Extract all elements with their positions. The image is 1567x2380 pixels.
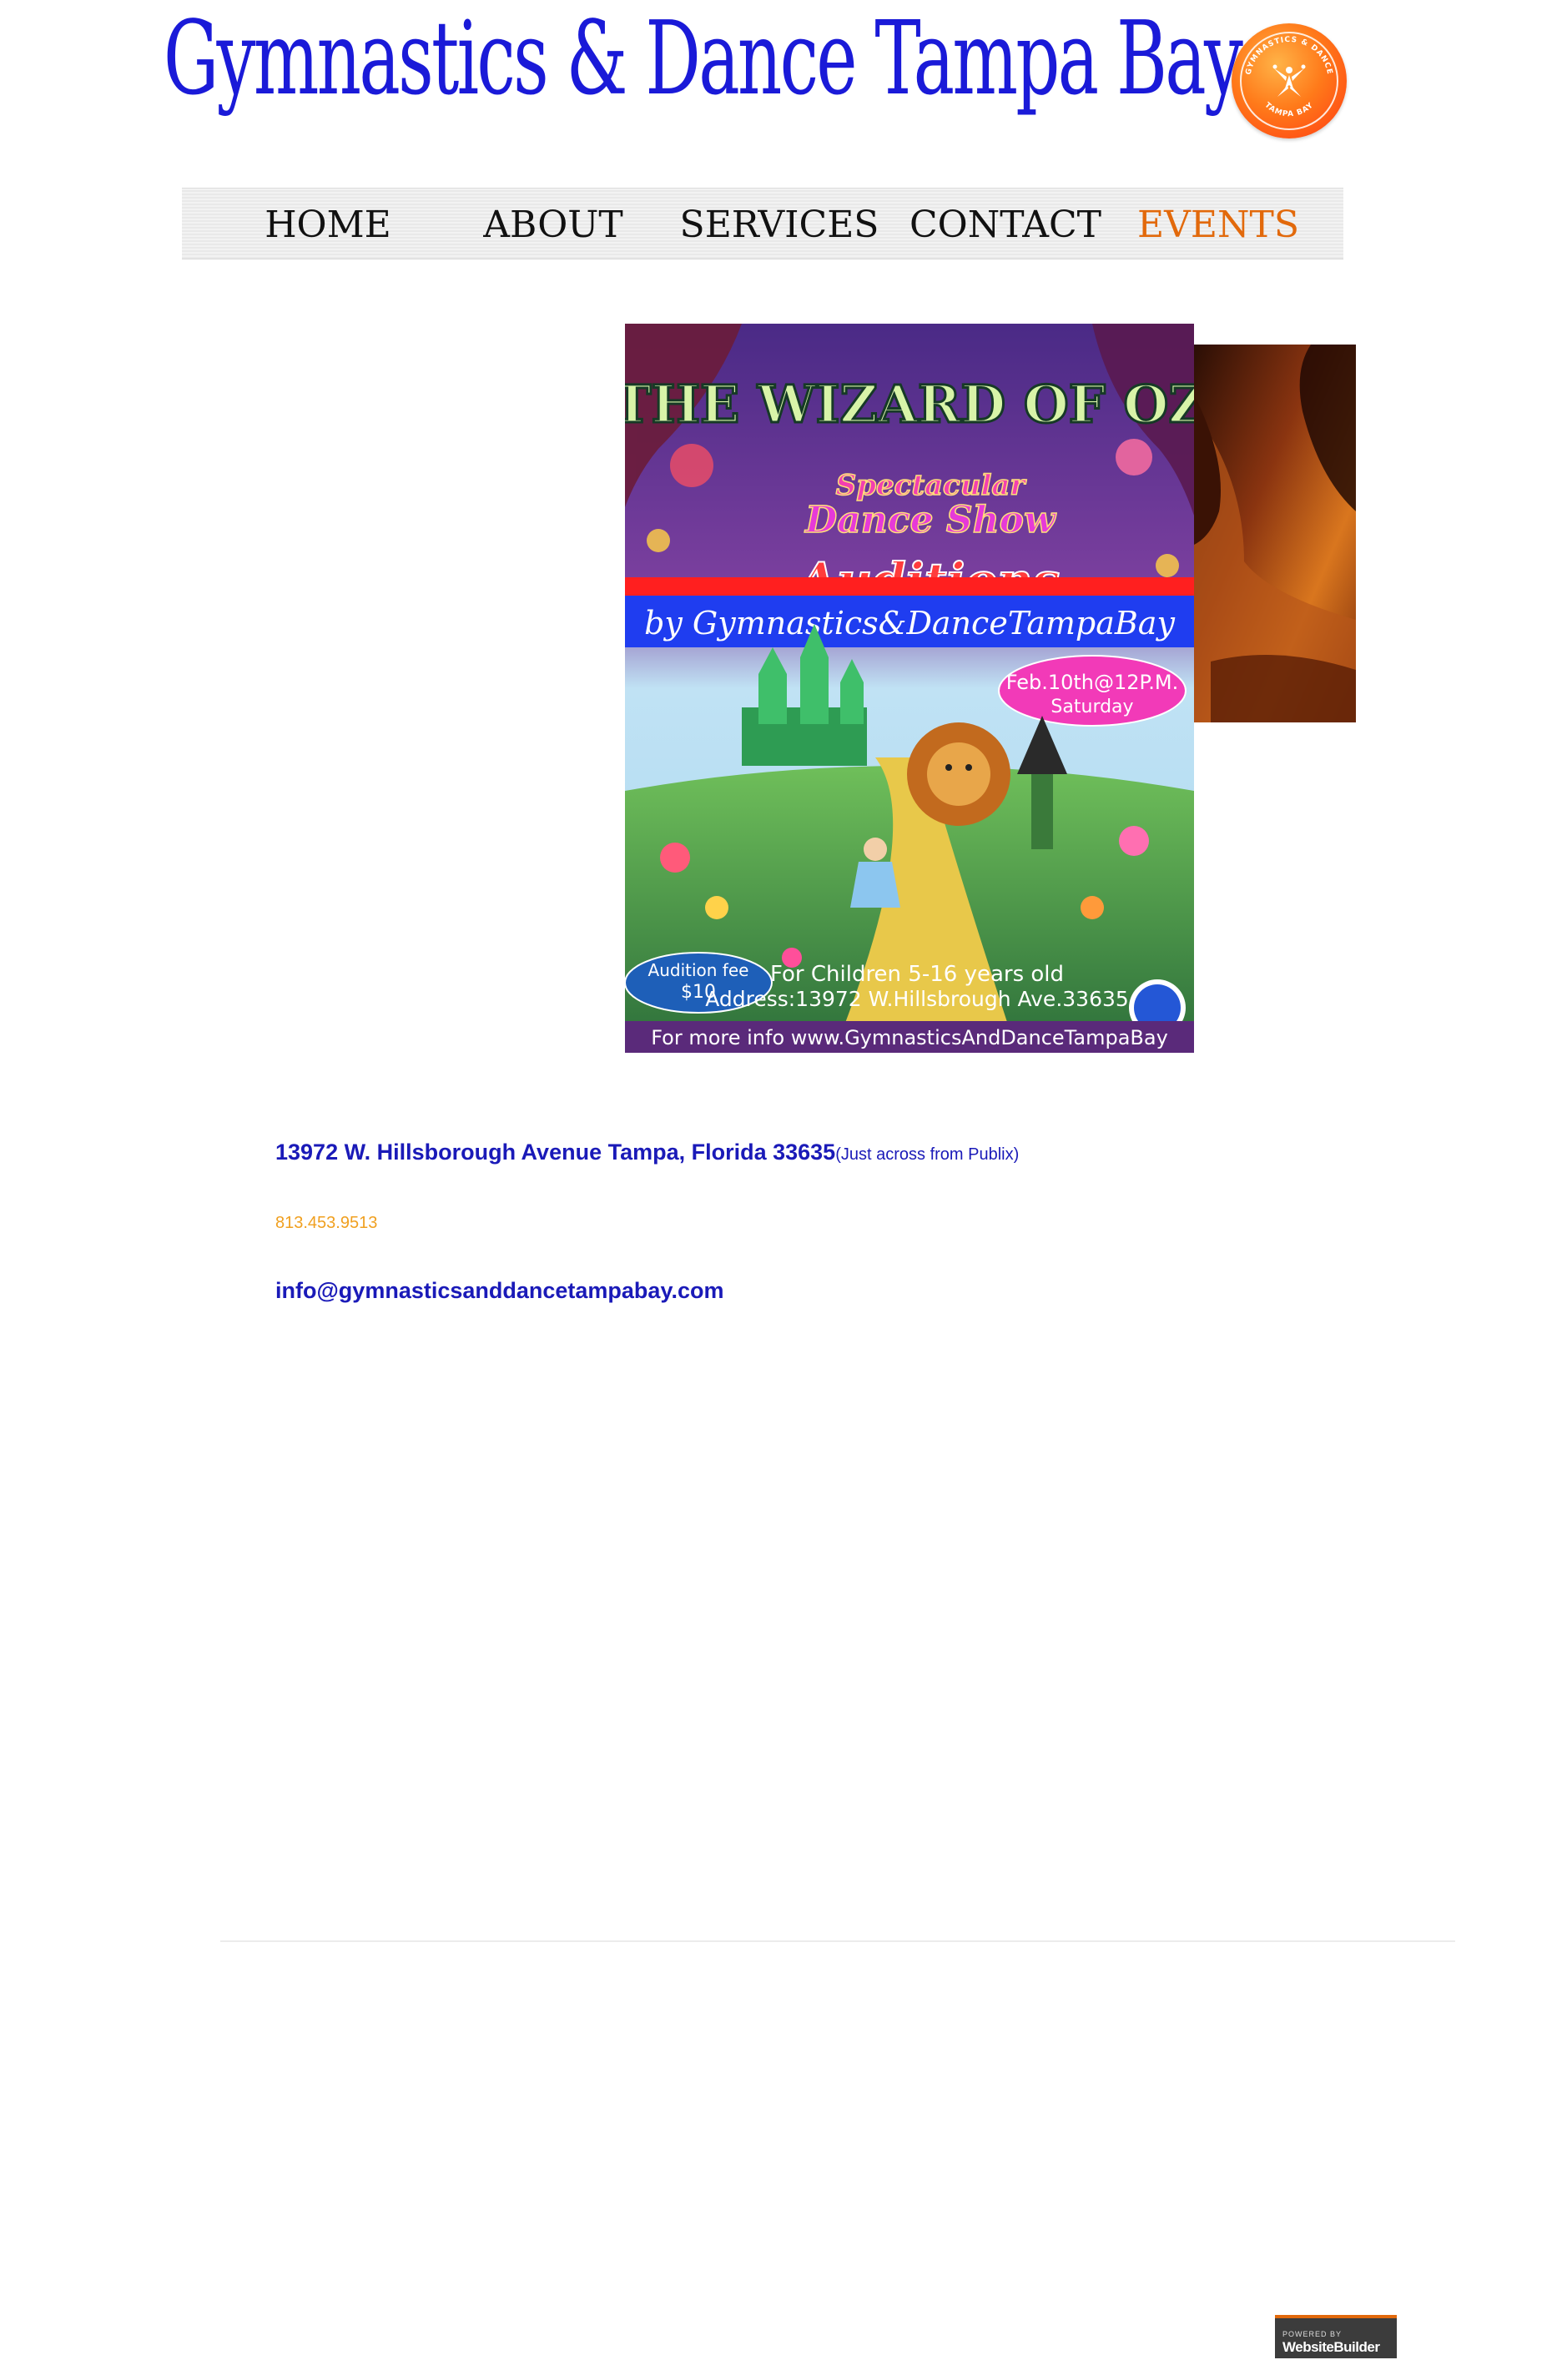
nav-events[interactable]: EVENTS [1093, 189, 1343, 259]
powered-by-badge[interactable]: POWERED BY WebsiteBuilder [1275, 2315, 1397, 2358]
site-title[interactable]: Gymnastics & Dance Tampa Bay [164, 3, 1243, 113]
logo-text-bottom: TAMPA BAY [1263, 101, 1315, 118]
poster-date-2: Saturday [1051, 697, 1133, 717]
poster-subtitle-1: Spectacular [836, 469, 1027, 502]
poster-info: For more info www.GymnasticsAndDanceTamp… [651, 1026, 1168, 1049]
logo[interactable]: GYMNASTICS & DANCE TAMPA BAY [1232, 23, 1347, 138]
address-text: 13972 W. Hillsborough Avenue Tampa, Flor… [275, 1140, 836, 1165]
poster-fee-1: Audition fee [648, 960, 749, 980]
poster-subtitle-2: Dance Show [804, 499, 1057, 541]
svg-text:TAMPA BAY: TAMPA BAY [1263, 101, 1316, 118]
contact-address: 13972 W. Hillsborough Avenue Tampa, Flor… [275, 1140, 1019, 1165]
event-poster[interactable]: THE WIZARD OF OZ Spectacular Dance Show … [625, 324, 1194, 1053]
logo-star-icon: GYMNASTICS & DANCE TAMPA BAY [1240, 32, 1338, 130]
main-nav: HOME ABOUT SERVICES CONTACT EVENTS [182, 188, 1343, 259]
poster-title: THE WIZARD OF OZ [625, 374, 1194, 435]
contact-email[interactable]: info@gymnasticsanddancetampabay.com [275, 1278, 723, 1304]
badge-big-text: WebsiteBuilder [1282, 2339, 1380, 2355]
poster-address: Address:13972 W.Hillsbrough Ave.33635 [705, 987, 1129, 1011]
side-photo [1194, 345, 1356, 722]
badge-small-text: POWERED BY [1282, 2330, 1343, 2338]
poster-ages: For Children 5-16 years old [770, 962, 1064, 987]
contact-phone[interactable]: 813.453.9513 [275, 1214, 377, 1233]
footer-divider [220, 1940, 1455, 1942]
poster-byline: by Gymnastics&DanceTampaBay [644, 605, 1175, 642]
address-note: (Just across from Publix) [835, 1145, 1020, 1164]
poster-graphic: THE WIZARD OF OZ Spectacular Dance Show … [625, 324, 1194, 1053]
poster-date-1: Feb.10th@12P.M. [1006, 671, 1179, 694]
